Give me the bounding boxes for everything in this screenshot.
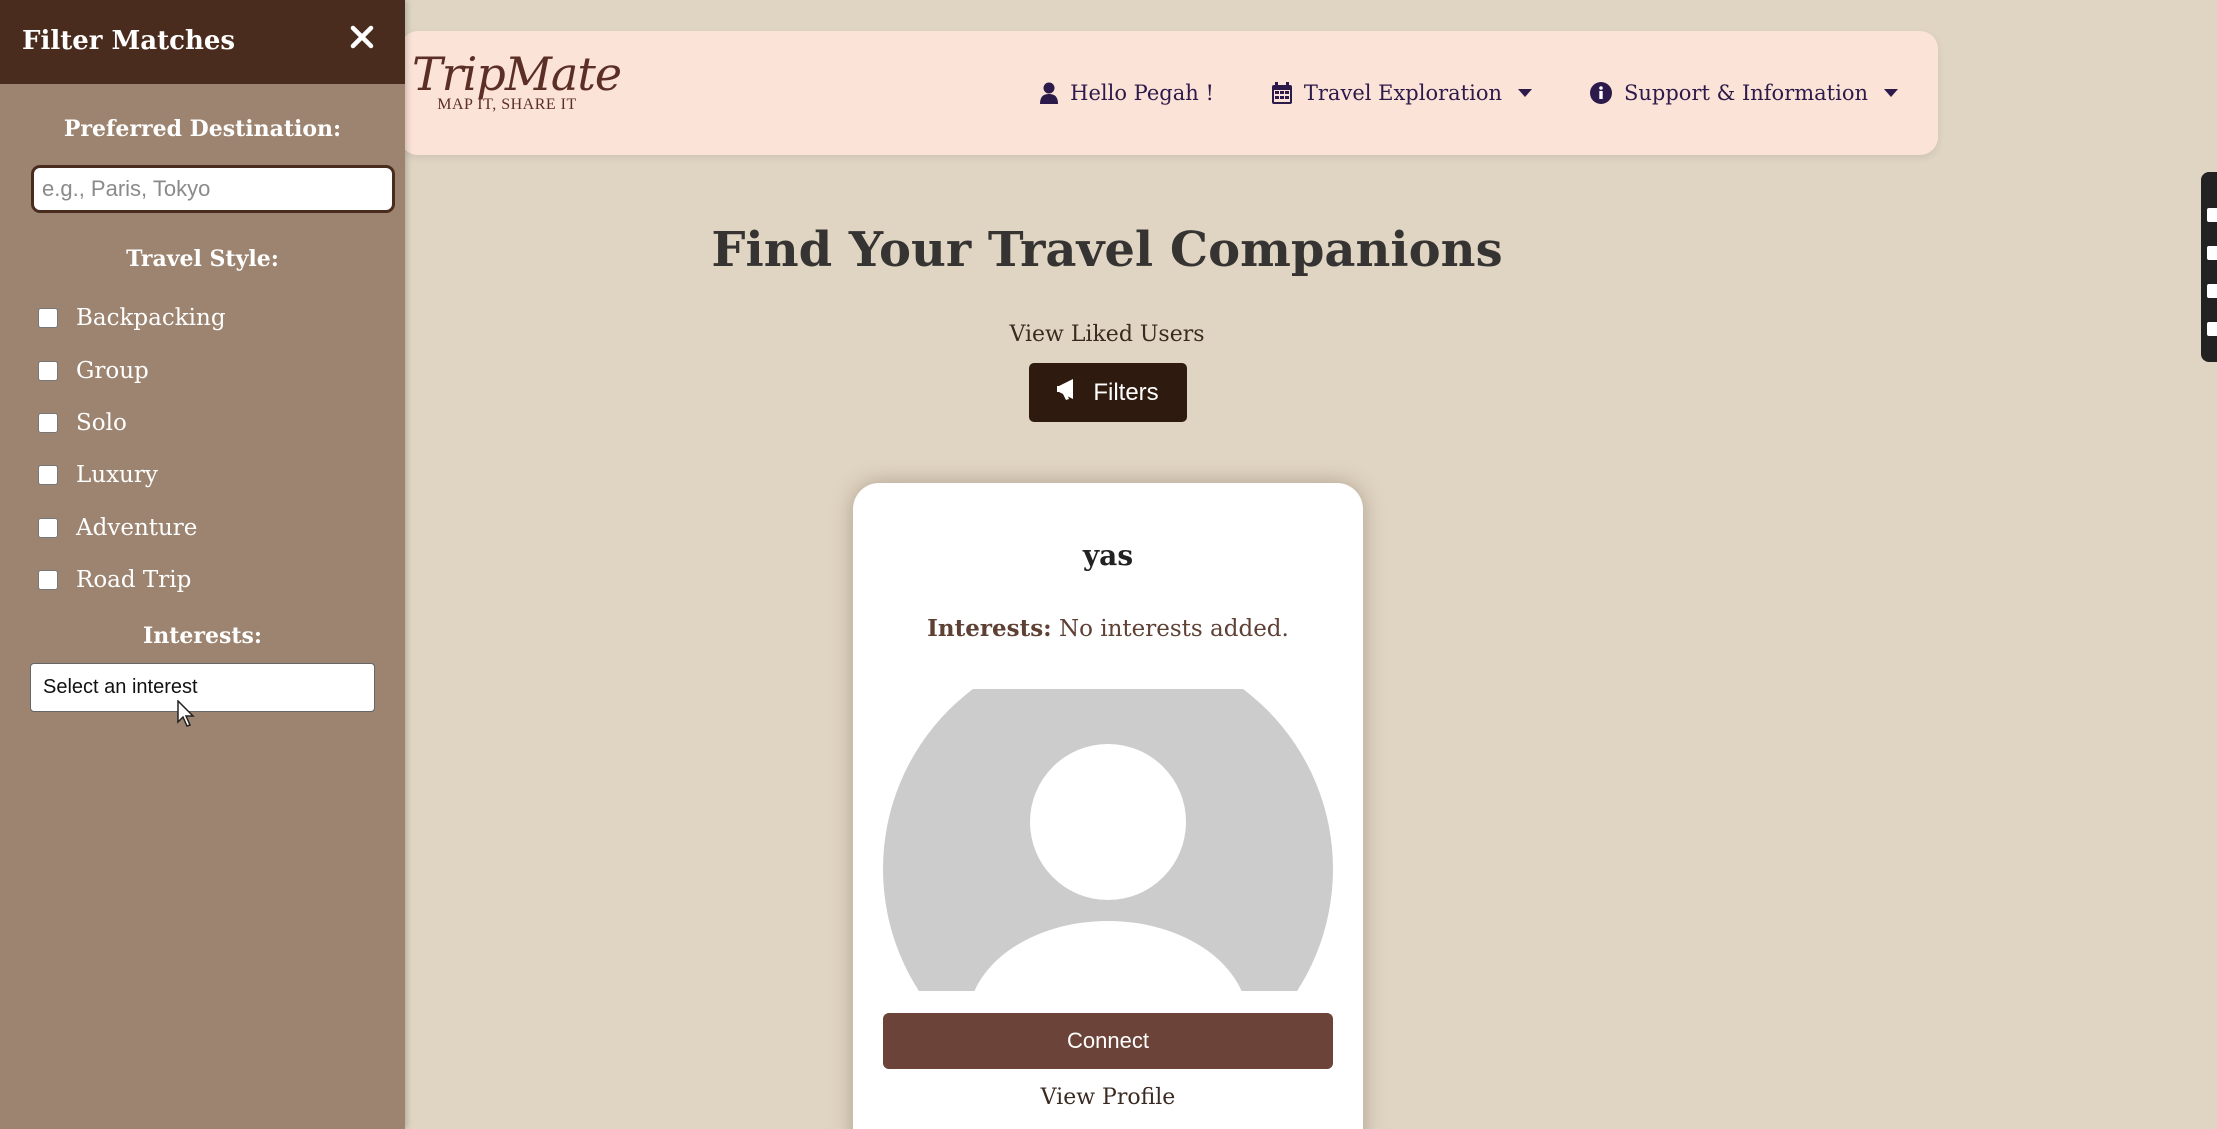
match-interests: Interests: No interests added.	[853, 615, 1363, 642]
travel-style-label-text: Solo	[76, 409, 127, 436]
destination-label: Preferred Destination:	[63, 116, 342, 142]
travel-style-adventure[interactable]: Adventure	[38, 502, 226, 554]
travel-style-backpacking[interactable]: Backpacking	[38, 292, 226, 344]
toolbar-icon[interactable]	[2207, 322, 2217, 336]
sidebar-title: Filter Matches	[22, 26, 236, 56]
travel-style-label-text: Road Trip	[76, 567, 192, 594]
toolbar-icon[interactable]	[2207, 284, 2217, 298]
page-title: Find Your Travel Companions	[711, 222, 1503, 278]
user-icon	[1040, 82, 1059, 104]
info-icon	[1590, 82, 1612, 104]
view-profile-link[interactable]: View Profile	[853, 1085, 1363, 1110]
checkbox[interactable]	[38, 308, 58, 329]
connect-button[interactable]: Connect	[883, 1013, 1333, 1069]
travel-style-label-text: Luxury	[76, 462, 158, 489]
checkbox[interactable]	[38, 360, 58, 381]
checkbox[interactable]	[38, 570, 58, 591]
travel-style-list: Backpacking Group Solo Luxury Adventure …	[38, 292, 226, 606]
nav-support-information[interactable]: Support & Information	[1590, 81, 1898, 105]
greeting-label: Hello Pegah !	[1070, 81, 1214, 105]
match-name: yas	[1082, 539, 1134, 572]
top-navbar: TripMate MAP IT, SHARE IT Hello Pegah ! …	[400, 31, 1938, 155]
nav-travel-exploration[interactable]: Travel Exploration	[1271, 81, 1532, 105]
filters-button-label: Filters	[1093, 378, 1159, 406]
support-label: Support & Information	[1624, 81, 1868, 105]
filter-sidebar: Filter Matches Preferred Destination: Tr…	[0, 0, 405, 1129]
travel-style-label-text: Backpacking	[76, 305, 226, 332]
avatar	[883, 689, 1333, 991]
sidebar-header: Filter Matches	[0, 0, 405, 84]
logo-script-text: TripMate	[412, 47, 622, 101]
filters-button[interactable]: Filters	[1029, 363, 1187, 422]
travel-style-luxury[interactable]: Luxury	[38, 449, 226, 501]
toolbar-icon[interactable]	[2207, 246, 2217, 260]
interests-label: Interests:	[142, 623, 263, 649]
chevron-down-icon	[1884, 89, 1898, 97]
travel-style-label-text: Adventure	[76, 514, 198, 541]
checkbox[interactable]	[38, 412, 58, 433]
match-card: yas Interests: No interests added. Conne…	[853, 483, 1363, 1129]
chevron-down-icon	[1518, 89, 1532, 97]
checkbox[interactable]	[38, 517, 58, 538]
checkbox[interactable]	[38, 465, 58, 486]
view-liked-users-link[interactable]: View Liked Users	[405, 322, 1809, 347]
nav-items: Hello Pegah ! Travel Exploration Support…	[1040, 31, 1898, 155]
edge-toolbar[interactable]	[2201, 172, 2217, 362]
tripmate-logo[interactable]: TripMate MAP IT, SHARE IT	[412, 47, 622, 129]
mouse-cursor-icon	[177, 699, 197, 732]
logo-tagline: MAP IT, SHARE IT	[437, 95, 577, 113]
travel-style-group[interactable]: Group	[38, 344, 226, 396]
travel-exploration-label: Travel Exploration	[1303, 81, 1502, 105]
travel-style-solo[interactable]: Solo	[38, 397, 226, 449]
interests-value: No interests added.	[1058, 616, 1289, 642]
travel-style-label: Travel Style:	[126, 246, 279, 272]
megaphone-icon	[1057, 377, 1083, 408]
calendar-icon	[1271, 82, 1292, 104]
interests-label: Interests:	[927, 615, 1052, 642]
close-icon[interactable]	[347, 22, 377, 52]
travel-style-road-trip[interactable]: Road Trip	[38, 554, 226, 606]
interest-select[interactable]: Select an interest	[30, 663, 375, 712]
nav-user-greeting[interactable]: Hello Pegah !	[1040, 81, 1214, 105]
travel-style-label-text: Group	[76, 357, 149, 384]
destination-input[interactable]	[31, 165, 395, 213]
toolbar-icon[interactable]	[2207, 208, 2217, 222]
